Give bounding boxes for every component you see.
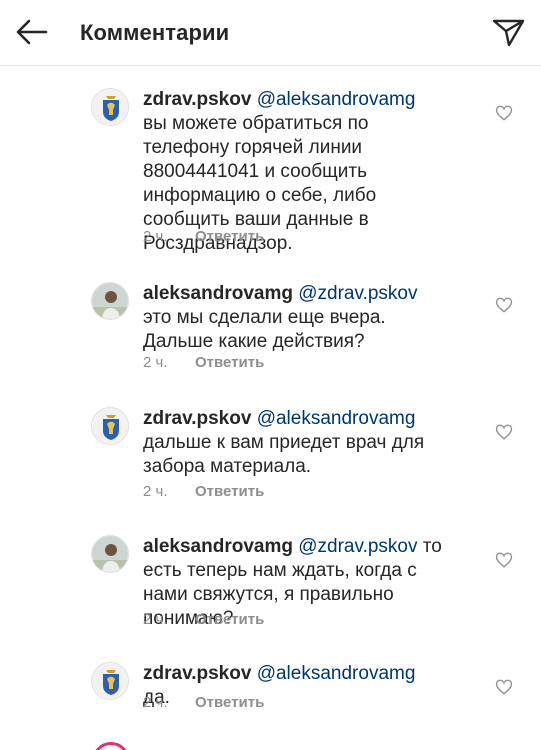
send-button[interactable]	[490, 14, 526, 50]
reply-button[interactable]: Ответить	[195, 611, 264, 628]
comment-mention[interactable]: @aleksandrovamg	[257, 663, 416, 684]
comment-mention[interactable]: @zdrav.pskov	[298, 536, 417, 557]
back-button[interactable]	[14, 14, 50, 50]
avatar[interactable]	[91, 407, 129, 445]
page-title: Комментарии	[80, 20, 230, 45]
story-ring-avatar[interactable]	[92, 742, 130, 750]
comment-time: 2 ч.	[143, 694, 168, 711]
comment-text: aleksandrovamg @zdrav.pskov это мы сдела…	[143, 282, 443, 354]
heart-icon[interactable]	[495, 678, 513, 696]
reply-button[interactable]: Ответить	[195, 228, 264, 245]
avatar[interactable]	[91, 88, 129, 126]
comment-username[interactable]: zdrav.pskov	[143, 89, 251, 110]
heart-icon[interactable]	[495, 551, 513, 569]
comment-username[interactable]: aleksandrovamg	[143, 536, 293, 557]
paper-plane-icon	[492, 19, 525, 47]
user-photo-icon	[92, 283, 128, 319]
avatar[interactable]	[91, 282, 129, 320]
reply-button[interactable]: Ответить	[195, 483, 264, 500]
comment-meta: 2 ч. Ответить	[143, 694, 264, 711]
comment-mention[interactable]: @aleksandrovamg	[257, 408, 416, 429]
header-bar: Комментарии	[0, 0, 541, 66]
user-photo-icon	[92, 536, 128, 572]
comment-time: 2 ч.	[143, 228, 168, 245]
comment-text: zdrav.pskov @aleksandrovamg дальше к вам…	[143, 407, 443, 479]
comment-username[interactable]: zdrav.pskov	[143, 663, 251, 684]
coat-of-arms-icon	[92, 663, 128, 699]
comment-body: дальше к вам приедет врач для забора мат…	[143, 432, 425, 477]
avatar[interactable]	[91, 535, 129, 573]
coat-of-arms-icon	[92, 89, 128, 125]
comment-mention[interactable]: @zdrav.pskov	[298, 283, 417, 304]
comment-time: 2 ч.	[143, 354, 168, 371]
comment-meta: 2 ч. Ответить	[143, 228, 264, 245]
comment-time: 2 ч.	[143, 611, 168, 628]
comment-username[interactable]: aleksandrovamg	[143, 283, 293, 304]
comment-meta: 2 ч. Ответить	[143, 611, 264, 628]
comment-meta: 2 ч. Ответить	[143, 483, 264, 500]
heart-icon[interactable]	[495, 423, 513, 441]
arrow-left-icon	[16, 19, 48, 45]
avatar[interactable]	[91, 662, 129, 700]
heart-icon[interactable]	[495, 296, 513, 314]
comment-time: 2 ч.	[143, 483, 168, 500]
comment-mention[interactable]: @aleksandrovamg	[257, 89, 416, 110]
coat-of-arms-icon	[92, 408, 128, 444]
comment-username[interactable]: zdrav.pskov	[143, 408, 251, 429]
reply-button[interactable]: Ответить	[195, 694, 264, 711]
reply-button[interactable]: Ответить	[195, 354, 264, 371]
heart-icon[interactable]	[495, 104, 513, 122]
comment-body: это мы сделали еще вчера. Дальше какие д…	[143, 307, 386, 352]
comment-meta: 2 ч. Ответить	[143, 354, 264, 371]
